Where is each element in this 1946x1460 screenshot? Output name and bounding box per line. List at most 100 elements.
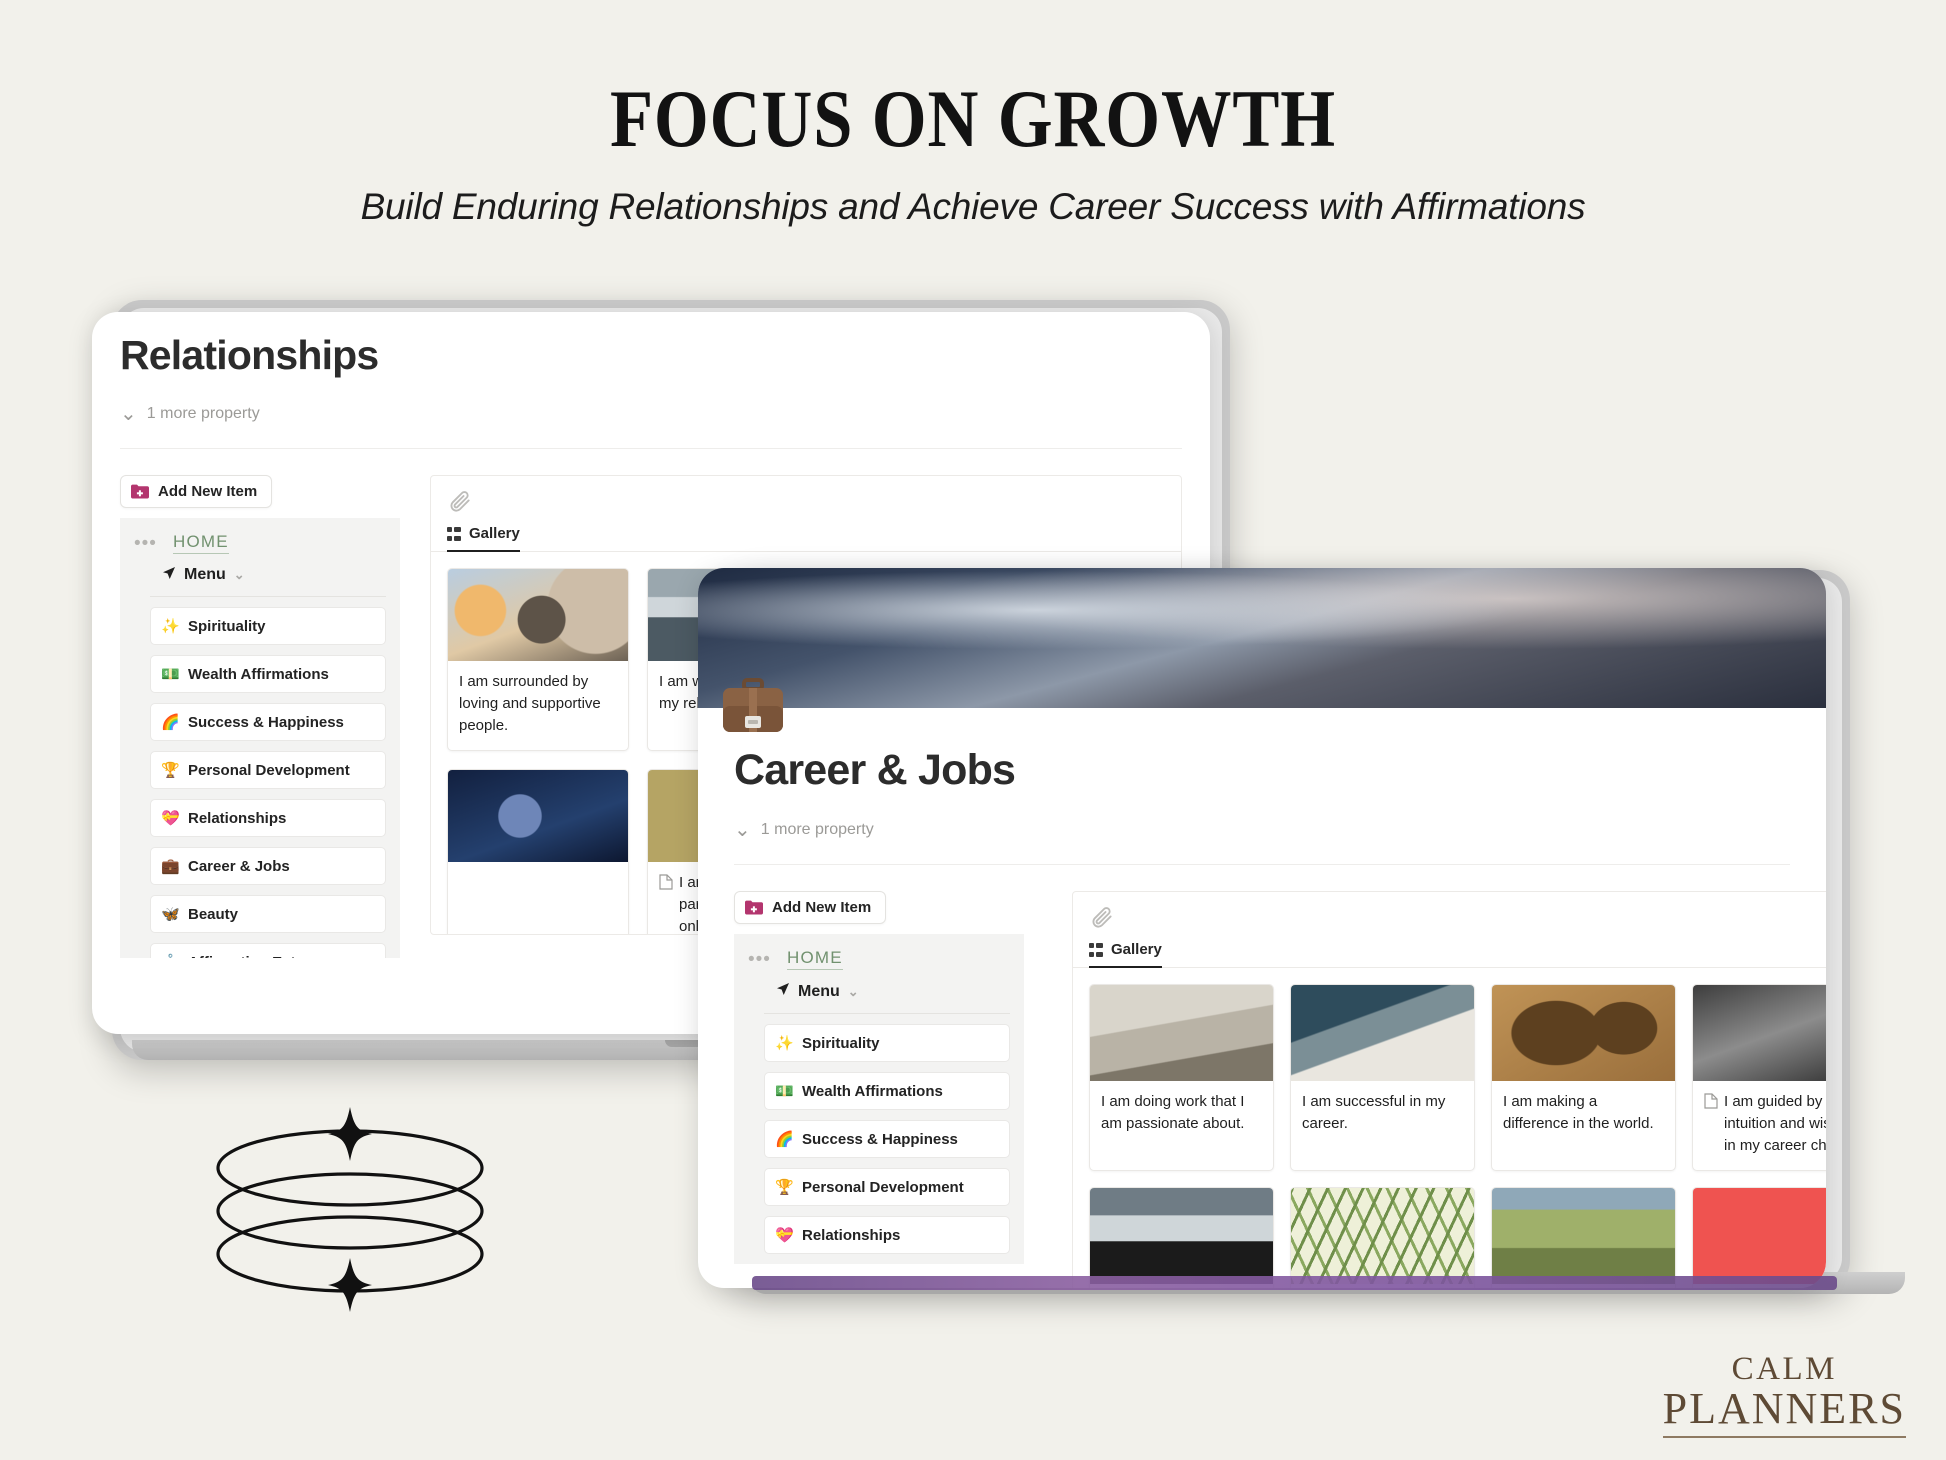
career-cards-grid: I am doing work that I am passionate abo…: [1073, 968, 1826, 1288]
sidebar-item-label: Affirmation Extras: [188, 954, 318, 959]
card-caption: [448, 862, 628, 886]
card-thumbnail-seascape: [1090, 1188, 1273, 1285]
career-sidebar: ••• HOME Menu ⌄ ✨ Spirituality 💵 Wealth …: [734, 934, 1024, 1264]
chevron-down-icon[interactable]: ⌄: [848, 984, 859, 1000]
gallery-card[interactable]: [1692, 1187, 1826, 1288]
sidebar-home-row[interactable]: ••• HOME: [120, 532, 400, 554]
card-thumbnail-willow-pattern: [1291, 1188, 1474, 1285]
sidebar-item-home[interactable]: HOME: [786, 948, 843, 970]
chevron-down-icon: ⌄: [734, 819, 751, 841]
career-page-title: Career & Jobs: [734, 746, 1016, 794]
sidebar-item-label: Relationships: [188, 809, 287, 827]
sidebar-item-personal-development[interactable]: 🏆 Personal Development: [764, 1168, 1010, 1206]
brand-line-1: CALM: [1731, 1351, 1837, 1388]
card-caption: I am successful in my career.: [1291, 1081, 1474, 1149]
more-property-label: 1 more property: [760, 820, 874, 838]
page-subtitle: Build Enduring Relationships and Achieve…: [360, 186, 1586, 227]
gallery-tab-row: Gallery: [431, 525, 1181, 552]
sidebar-menu-toggle[interactable]: Menu ⌄: [734, 982, 1024, 1001]
chevron-down-icon: ⌄: [120, 403, 137, 425]
briefcase-glyph: [723, 678, 783, 732]
macos-dock-strip: [752, 1276, 1837, 1290]
tab-gallery[interactable]: Gallery: [1089, 941, 1162, 968]
sidebar-item-relationships[interactable]: 💝 Relationships: [150, 799, 386, 837]
tab-gallery[interactable]: Gallery: [447, 525, 520, 552]
money-icon: 💵: [775, 1083, 794, 1100]
sidebar-item-wealth-affirmations[interactable]: 💵 Wealth Affirmations: [150, 655, 386, 693]
anchor-icon: ⚓: [161, 953, 180, 958]
sidebar-item-personal-development[interactable]: 🏆 Personal Development: [150, 751, 386, 789]
gallery-card[interactable]: [447, 769, 629, 934]
chevron-down-icon[interactable]: ⌄: [234, 567, 245, 583]
orbit-rings-graphic: [216, 1107, 484, 1312]
heart-icon: 💝: [775, 1227, 794, 1244]
menu-separator: [764, 1013, 1010, 1014]
sidebar-item-label: Career & Jobs: [188, 857, 290, 875]
decorative-ornament: [200, 1095, 500, 1330]
gallery-card[interactable]: I am successful in my career.: [1290, 984, 1475, 1172]
heart-icon: 💝: [161, 810, 180, 827]
page-header: FOCUS ON GROWTH Build Enduring Relations…: [0, 0, 1946, 228]
rainbow-icon: 🌈: [161, 714, 180, 731]
sidebar-home-row[interactable]: ••• HOME: [734, 948, 1024, 970]
gallery-card[interactable]: I am making a difference in the world.: [1491, 984, 1676, 1172]
sidebar-item-success-happiness[interactable]: 🌈 Success & Happiness: [150, 703, 386, 741]
career-more-property[interactable]: ⌄ 1 more property: [734, 817, 1826, 842]
sidebar-item-label: Relationships: [802, 1226, 901, 1244]
trophy-icon: 🏆: [161, 762, 180, 779]
gallery-card[interactable]: [1089, 1187, 1274, 1288]
relationships-more-property[interactable]: ⌄ 1 more property: [120, 401, 1210, 426]
sidebar-item-wealth-affirmations[interactable]: 💵 Wealth Affirmations: [764, 1072, 1010, 1110]
sidebar-item-label: Success & Happiness: [802, 1130, 958, 1148]
cursor-arrow-icon: [776, 982, 790, 1001]
document-icon: [659, 874, 673, 897]
gallery-card[interactable]: [1491, 1187, 1676, 1288]
card-caption-text: I am guided by intuition and wisdom in m…: [1724, 1093, 1826, 1154]
menu-label: Menu: [184, 566, 226, 583]
sidebar-item-spirituality[interactable]: ✨ Spirituality: [150, 607, 386, 645]
page-title: FOCUS ON GROWTH: [609, 73, 1336, 164]
sidebar-item-label: Beauty: [188, 905, 239, 923]
career-left-column: Add New Item ••• HOME Menu ⌄ ✨ Spiritual…: [734, 891, 1026, 1288]
card-caption-text: I am doing work that I am passionate abo…: [1101, 1093, 1245, 1132]
card-caption-text: I am making a difference in the world.: [1503, 1093, 1654, 1132]
sidebar-item-success-happiness[interactable]: 🌈 Success & Happiness: [764, 1120, 1010, 1158]
attachment-icon[interactable]: [1073, 892, 1826, 937]
sparkles-icon: ✨: [161, 618, 180, 635]
brand-underline: [1662, 1436, 1906, 1438]
gallery-card[interactable]: I am surrounded by loving and supportive…: [447, 568, 629, 752]
folder-plus-icon: [131, 484, 149, 499]
grid-view-icon: [1089, 942, 1103, 957]
sidebar-item-home[interactable]: HOME: [172, 532, 229, 554]
sidebar-item-career-jobs[interactable]: 💼 Career & Jobs: [150, 847, 386, 885]
more-property-label: 1 more property: [146, 404, 260, 422]
brand-line-2: PLANNERS: [1662, 1384, 1906, 1434]
attachment-icon[interactable]: [431, 476, 1181, 521]
relationships-left-column: Add New Item ••• HOME Menu ⌄ ✨ Spiritual…: [120, 475, 402, 958]
gallery-card[interactable]: [1290, 1187, 1475, 1288]
gallery-card[interactable]: I am guided by intuition and wisdom in m…: [1692, 984, 1826, 1172]
document-icon: [1704, 1093, 1718, 1116]
sidebar-item-label: Spirituality: [188, 617, 266, 635]
more-options-icon[interactable]: •••: [748, 950, 771, 969]
add-new-item-label: Add New Item: [158, 483, 258, 500]
window-career-jobs[interactable]: Career & Jobs ⌄ 1 more property Add New …: [698, 568, 1826, 1288]
sidebar-item-beauty[interactable]: 🦋 Beauty: [150, 895, 386, 933]
relationships-sidebar: ••• HOME Menu ⌄ ✨ Spirituality 💵 Wealth …: [120, 518, 400, 958]
sidebar-item-spirituality[interactable]: ✨ Spirituality: [764, 1024, 1010, 1062]
gallery-card[interactable]: I am doing work that I am passionate abo…: [1089, 984, 1274, 1172]
sidebar-item-label: Spirituality: [802, 1034, 880, 1052]
sidebar-item-affirmation-extras[interactable]: ⚓ Affirmation Extras: [150, 943, 386, 958]
sidebar-item-label: Wealth Affirmations: [802, 1082, 943, 1100]
sidebar-menu-toggle[interactable]: Menu ⌄: [120, 566, 400, 584]
card-thumbnail-seurat: [1492, 1188, 1675, 1285]
brand-logo: CALM PLANNERS: [1662, 1351, 1906, 1438]
add-new-item-button-relationships[interactable]: Add New Item: [120, 475, 273, 508]
card-thumbnail-bw-athletes: [1693, 985, 1826, 1081]
tab-gallery-label: Gallery: [469, 525, 520, 542]
more-options-icon[interactable]: •••: [134, 534, 157, 553]
rainbow-icon: 🌈: [775, 1131, 794, 1148]
add-new-item-button-career[interactable]: Add New Item: [734, 891, 887, 924]
sidebar-item-relationships[interactable]: 💝 Relationships: [764, 1216, 1010, 1254]
career-gallery-column: Gallery I am doing work that I am passio…: [1026, 891, 1826, 1288]
